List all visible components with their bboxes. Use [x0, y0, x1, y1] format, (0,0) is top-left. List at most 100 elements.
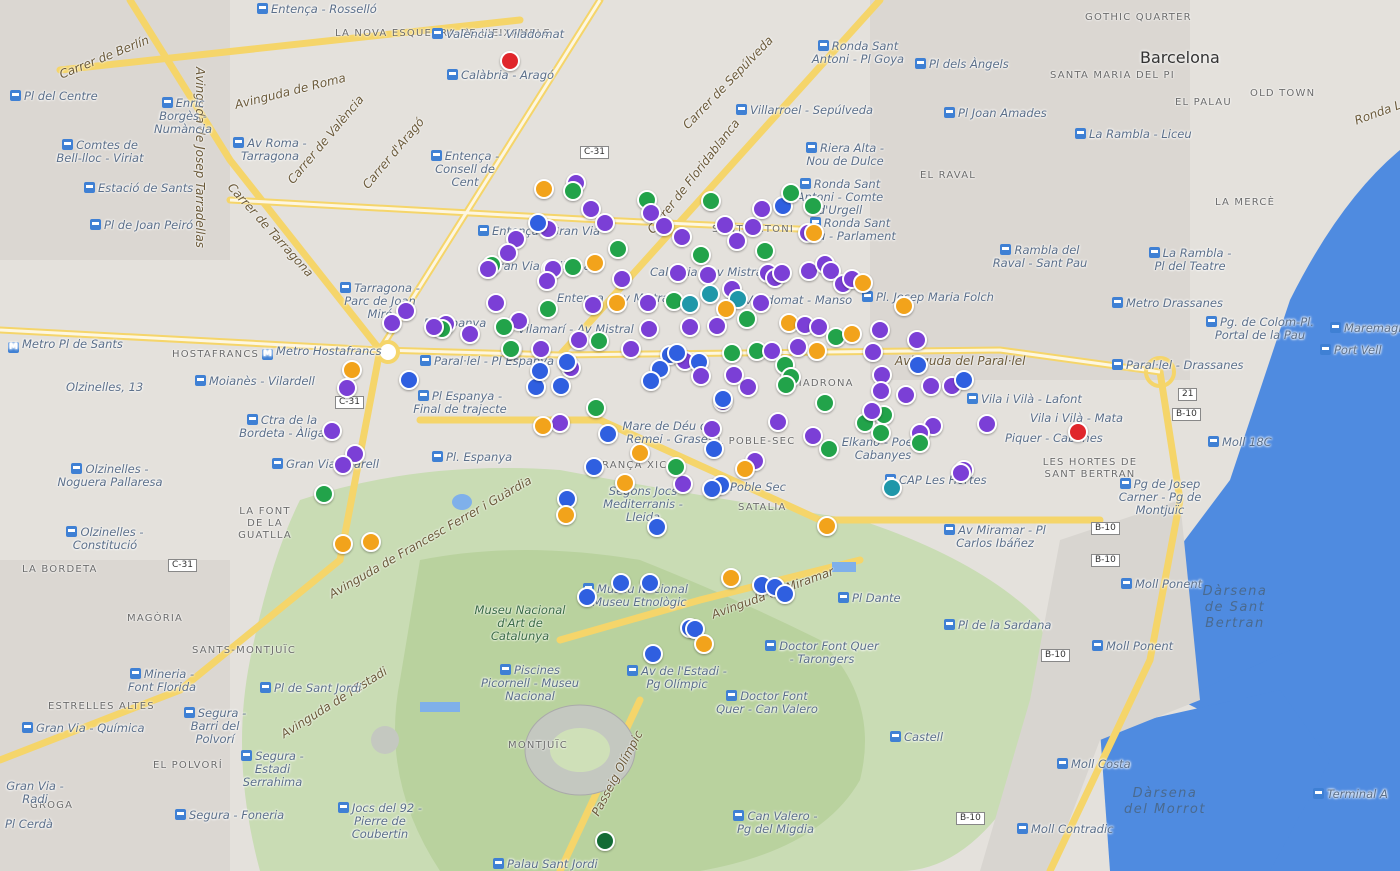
location-marker[interactable]: [751, 293, 771, 313]
bus-stop[interactable]: Pl de Sant Jordi: [260, 682, 361, 695]
bus-stop[interactable]: La Rambla - Pl del Teatre: [1145, 247, 1235, 273]
bus-stop[interactable]: Pl Dante: [838, 592, 901, 605]
location-marker[interactable]: [803, 196, 823, 216]
location-marker[interactable]: [533, 416, 553, 436]
location-marker[interactable]: [500, 51, 520, 71]
location-marker[interactable]: [322, 421, 342, 441]
location-marker[interactable]: [673, 474, 693, 494]
location-marker[interactable]: [871, 381, 891, 401]
location-marker[interactable]: [615, 473, 635, 493]
bus-stop[interactable]: Castell: [890, 731, 943, 744]
location-marker[interactable]: [595, 213, 615, 233]
bus-stop[interactable]: Comtes de Bell-lloc - Viriat: [50, 139, 150, 165]
location-marker[interactable]: [530, 361, 550, 381]
location-marker[interactable]: [1068, 422, 1088, 442]
bus-stop[interactable]: Olzinelles - Constitució: [60, 526, 150, 552]
location-marker[interactable]: [494, 317, 514, 337]
location-marker[interactable]: [424, 317, 444, 337]
location-marker[interactable]: [595, 831, 615, 851]
bus-stop[interactable]: Entença - Rosselló: [257, 3, 377, 16]
location-marker[interactable]: [630, 443, 650, 463]
bus-stop[interactable]: Pl de la Sardana: [944, 619, 1051, 632]
location-marker[interactable]: [478, 259, 498, 279]
location-marker[interactable]: [534, 179, 554, 199]
location-marker[interactable]: [775, 584, 795, 604]
bus-stop[interactable]: Pl. Josep Maria Folch: [862, 291, 994, 304]
bus-stop[interactable]: Segura - Barri del Polvorí: [170, 707, 260, 746]
bus-stop[interactable]: Piquer - Cabanes: [1005, 432, 1103, 445]
bus-stop[interactable]: Gran Via - Química: [22, 722, 145, 735]
bus-stop[interactable]: Moll Contradic: [1017, 823, 1113, 836]
location-marker[interactable]: [819, 439, 839, 459]
bus-stop[interactable]: Enric Borgès - Numància: [148, 97, 218, 136]
location-marker[interactable]: [691, 245, 711, 265]
location-marker[interactable]: [654, 216, 674, 236]
bus-stop[interactable]: Segura - Estadi Serrahima: [225, 750, 320, 789]
bus-stop[interactable]: Pg de Josep Carner - Pg de Montjuïc: [1100, 478, 1220, 517]
bus-stop[interactable]: Paral·lel - Drassanes: [1112, 359, 1244, 372]
bus-stop[interactable]: Piscines Picornell - Museu Nacional: [475, 664, 585, 703]
location-marker[interactable]: [550, 413, 570, 433]
location-marker[interactable]: [702, 479, 722, 499]
location-marker[interactable]: [486, 293, 506, 313]
location-marker[interactable]: [608, 239, 628, 259]
location-marker[interactable]: [724, 365, 744, 385]
location-marker[interactable]: [704, 439, 724, 459]
location-marker[interactable]: [640, 573, 660, 593]
metro-stop[interactable]: M Metro Pl de Sants: [8, 338, 123, 353]
location-marker[interactable]: [538, 299, 558, 319]
location-marker[interactable]: [853, 273, 873, 293]
bus-stop[interactable]: Calàbria - Aragó: [447, 69, 554, 82]
location-marker[interactable]: [721, 568, 741, 588]
bus-stop[interactable]: Pl Joan Amades: [944, 107, 1047, 120]
location-marker[interactable]: [701, 191, 721, 211]
location-marker[interactable]: [586, 398, 606, 418]
location-marker[interactable]: [668, 263, 688, 283]
location-marker[interactable]: [691, 366, 711, 386]
location-marker[interactable]: [817, 516, 837, 536]
location-marker[interactable]: [707, 316, 727, 336]
bus-stop[interactable]: Estació de Sants: [84, 182, 193, 195]
location-marker[interactable]: [702, 419, 722, 439]
location-marker[interactable]: [804, 223, 824, 243]
bus-stop[interactable]: Vila i Vilà - Lafont: [967, 393, 1082, 406]
bus-stop[interactable]: Av de l'Estadi - Pg Olímpic: [622, 665, 732, 691]
location-marker[interactable]: [666, 457, 686, 477]
location-marker[interactable]: [700, 284, 720, 304]
location-marker[interactable]: [563, 257, 583, 277]
bus-stop[interactable]: Villarroel - Sepúlveda: [736, 104, 873, 117]
bus-stop[interactable]: Jocs del 92 - Pierre de Coubertin: [330, 802, 430, 841]
location-marker[interactable]: [639, 319, 659, 339]
location-marker[interactable]: [951, 463, 971, 483]
location-marker[interactable]: [910, 433, 930, 453]
location-marker[interactable]: [698, 265, 718, 285]
bus-stop[interactable]: Moll 18C: [1208, 436, 1272, 449]
location-marker[interactable]: [694, 634, 714, 654]
location-marker[interactable]: [528, 213, 548, 233]
location-marker[interactable]: [842, 324, 862, 344]
location-marker[interactable]: [611, 573, 631, 593]
bus-stop[interactable]: Doctor Font Quer - Can Valero: [712, 690, 822, 716]
location-marker[interactable]: [337, 378, 357, 398]
bus-stop[interactable]: Av Roma - Tarragona: [230, 137, 310, 163]
location-marker[interactable]: [647, 517, 667, 537]
bus-stop[interactable]: Palau Sant Jordi: [493, 858, 598, 871]
location-marker[interactable]: [737, 309, 757, 329]
bus-stop[interactable]: Museu Nacional - Museu Etnològic: [583, 583, 688, 609]
location-marker[interactable]: [333, 534, 353, 554]
location-marker[interactable]: [772, 263, 792, 283]
bus-stop[interactable]: Pl Cerdà: [5, 818, 53, 831]
bus-stop[interactable]: Can Valero - Pg del Migdia: [728, 810, 823, 836]
bus-stop[interactable]: Moll Costa: [1057, 758, 1131, 771]
location-marker[interactable]: [641, 371, 661, 391]
location-marker[interactable]: [577, 587, 597, 607]
location-marker[interactable]: [557, 352, 577, 372]
location-marker[interactable]: [713, 389, 733, 409]
location-marker[interactable]: [551, 376, 571, 396]
bus-stop[interactable]: Gran Via - Radi: [0, 780, 70, 806]
location-marker[interactable]: [569, 330, 589, 350]
bus-stop[interactable]: Pl de Joan Peiró: [90, 219, 193, 232]
bus-stop[interactable]: Pl Espanya - Final de trajecte: [410, 390, 510, 416]
location-marker[interactable]: [908, 355, 928, 375]
location-marker[interactable]: [862, 401, 882, 421]
